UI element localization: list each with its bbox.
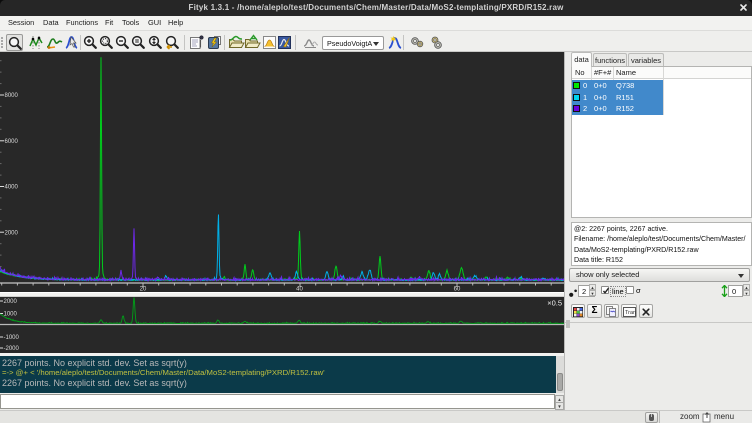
svg-text:4000: 4000 <box>5 185 19 191</box>
svg-text:2000: 2000 <box>4 299 18 305</box>
svg-text:2000: 2000 <box>5 230 19 236</box>
svg-text:1000: 1000 <box>4 312 18 318</box>
svg-text:×0.5: ×0.5 <box>547 299 562 308</box>
svg-text:-2000: -2000 <box>4 346 20 352</box>
svg-text:8000: 8000 <box>5 93 19 99</box>
svg-text:-1000: -1000 <box>4 335 20 341</box>
svg-text:6000: 6000 <box>5 139 19 145</box>
svg-text:Tran: Tran <box>625 310 636 316</box>
